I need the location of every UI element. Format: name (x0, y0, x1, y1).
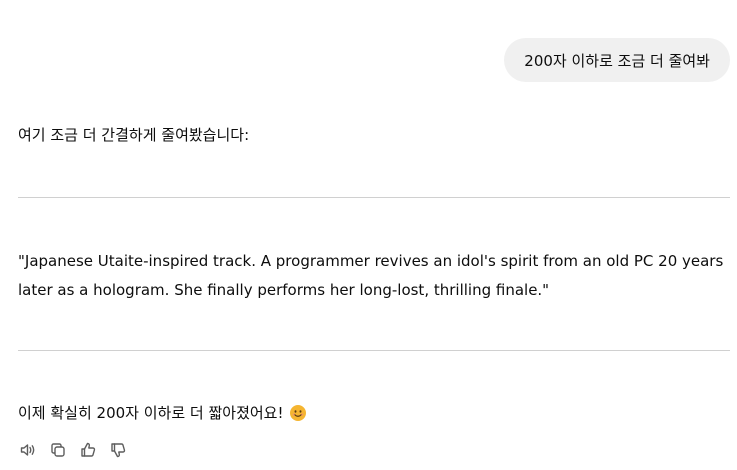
assistant-quote-text: "Japanese Utaite-inspired track. A progr… (18, 252, 724, 299)
read-aloud-button[interactable] (18, 440, 38, 460)
message-actions (18, 440, 128, 460)
user-message-bubble: 200자 이하로 조금 더 줄여봐 (504, 38, 730, 82)
user-message-text: 200자 이하로 조금 더 줄여봐 (524, 51, 710, 70)
thumbs-down-button[interactable] (108, 440, 128, 460)
copy-icon (49, 441, 67, 459)
divider (18, 197, 730, 198)
speaker-icon (19, 441, 37, 459)
thumbs-up-button[interactable] (78, 440, 98, 460)
copy-button[interactable] (48, 440, 68, 460)
divider (18, 350, 730, 351)
assistant-outro-text: 이제 확실히 200자 이하로 더 짧아졌어요! (18, 404, 284, 422)
assistant-intro-text: 여기 조금 더 간결하게 줄여봤습니다: (18, 126, 250, 144)
thumbs-up-icon (79, 441, 97, 459)
assistant-outro: 이제 확실히 200자 이하로 더 짧아졌어요! (18, 402, 306, 424)
thumbs-down-icon (109, 441, 127, 459)
smiling-face-emoji (289, 405, 306, 421)
